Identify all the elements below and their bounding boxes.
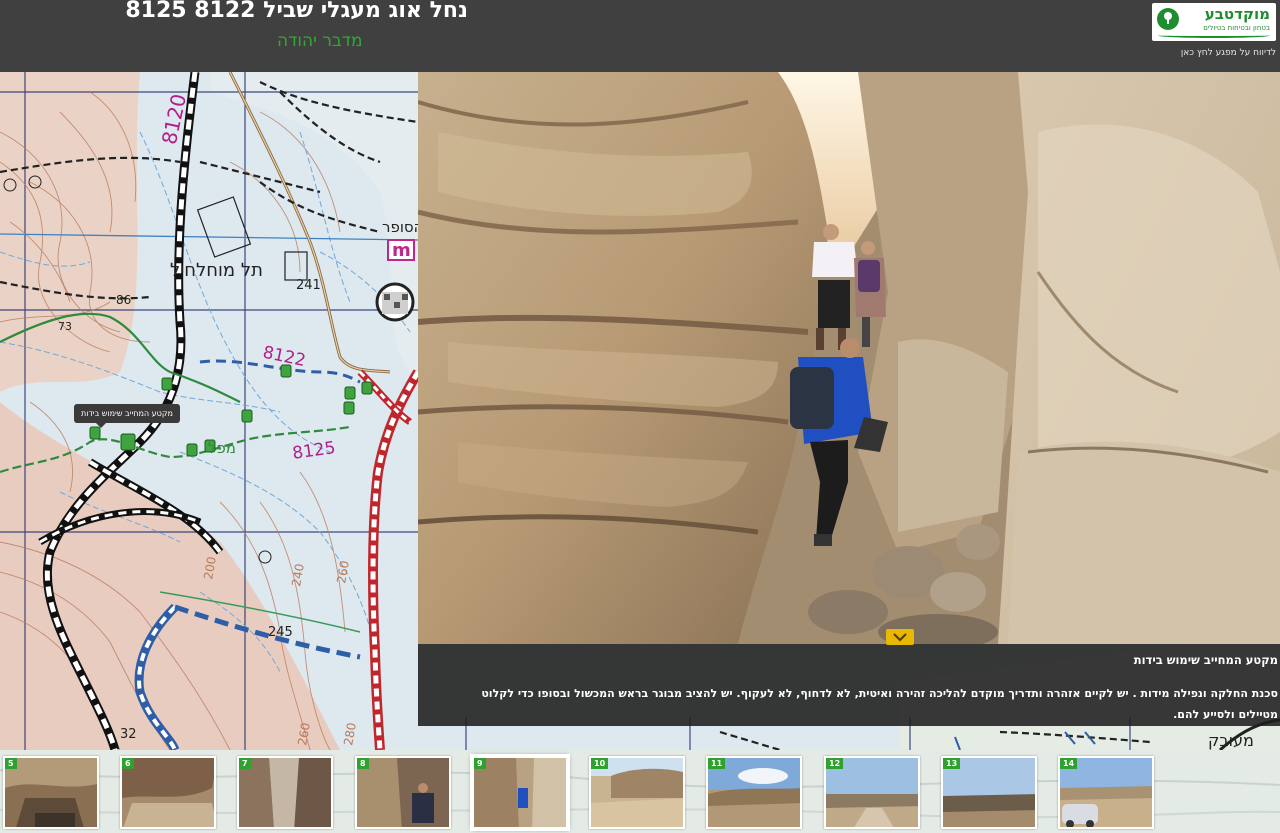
logo-tagline: בטחון ובטיחות בטיולים [1203, 24, 1270, 32]
collapse-caption-button[interactable] [886, 629, 914, 645]
logo[interactable]: מוקדטבע בטחון ובטיחות בטיולים [1152, 3, 1276, 41]
thumbnail-14[interactable]: 14 [1058, 756, 1154, 829]
tree-glyph-icon [1164, 12, 1172, 24]
hill-height: 86 [116, 293, 131, 307]
thumbnail-number: 13 [943, 758, 961, 769]
app-root: נחל אוג מעגלי שביל 8122 8125 מדבר יהודה … [0, 0, 1280, 833]
thumbnail-7[interactable]: 7 [237, 756, 333, 829]
map-tooltip: מקטע המחייב שימוש בידות [74, 404, 180, 428]
thumbnail-strip: 5 6 7 8 9 10 11 12 13 14 [0, 750, 1280, 833]
thumbnail-number: 6 [122, 758, 134, 769]
m-marker: m [392, 240, 411, 261]
thumbnail-number: 12 [826, 758, 844, 769]
height-73: 73 [58, 320, 72, 333]
thumbnail-11[interactable]: 11 [706, 756, 802, 829]
height-32: 32 [120, 727, 137, 742]
segment-caption: מקטע המחייב שימוש בידות סכנת החלקה ונפיל… [418, 644, 1280, 726]
thumbnail-number: 10 [591, 758, 609, 769]
maarav-label: מעובק [1208, 731, 1254, 750]
report-hazard-link[interactable]: לדיווח על מפגע לחץ כאן [1181, 48, 1276, 58]
thumbnail-number: 11 [708, 758, 726, 769]
thumbnail-6[interactable]: 6 [120, 756, 216, 829]
thumbnail-number: 7 [239, 758, 251, 769]
thumbnail-13[interactable]: 13 [941, 756, 1037, 829]
thumbnail-12[interactable]: 12 [824, 756, 920, 829]
hill-label: תל מוחלחיל [170, 260, 263, 281]
thumbnail-image [239, 758, 331, 827]
thumbnail-8[interactable]: 8 [355, 756, 451, 829]
height-245: 245 [268, 625, 293, 640]
chevron-down-icon [893, 633, 907, 642]
caption-title: מקטע המחייב שימוש בידות [1133, 653, 1278, 667]
thumbnail-image [5, 758, 97, 827]
thumbnail-number: 8 [357, 758, 369, 769]
spot-241: 241 [296, 278, 321, 293]
thumbnail-image [122, 758, 214, 827]
mapal-label: מפל [208, 439, 236, 457]
logo-name: מוקדטבע [1204, 5, 1270, 23]
thumbnail-10[interactable]: 10 [589, 756, 685, 829]
logo-swoosh [1158, 33, 1270, 38]
thumbnail-9[interactable]: 9 [472, 756, 568, 829]
thumbnail-image [474, 758, 566, 827]
caption-text: סכנת החלקה ונפילה מידות . יש לקיים אזהרה… [481, 687, 1278, 721]
thumbnail-5[interactable]: 5 [3, 756, 99, 829]
photo-viewer[interactable] [418, 72, 1280, 644]
thumbnail-number: 5 [5, 758, 17, 769]
region-subtitle: מדבר יהודה [277, 31, 363, 51]
page-title: נחל אוג מעגלי שביל 8122 8125 [125, 0, 468, 23]
canyon-photo [418, 72, 1280, 644]
thumbnail-number: 14 [1060, 758, 1078, 769]
header-bar: נחל אוג מעגלי שביל 8122 8125 מדבר יהודה … [0, 0, 1280, 72]
thumbnail-number: 9 [474, 758, 486, 769]
thumbnail-image [357, 758, 449, 827]
